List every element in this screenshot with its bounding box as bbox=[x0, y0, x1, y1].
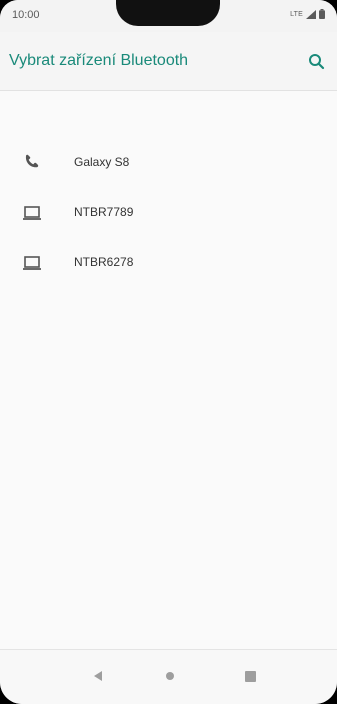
battery-icon bbox=[319, 9, 325, 19]
camera-notch bbox=[116, 0, 220, 26]
laptop-icon bbox=[23, 256, 41, 270]
home-icon[interactable] bbox=[164, 670, 176, 682]
back-icon[interactable] bbox=[92, 670, 104, 682]
device-name: NTBR7789 bbox=[74, 205, 134, 219]
search-icon bbox=[309, 54, 325, 70]
navigation-bar bbox=[0, 649, 337, 704]
signal-icon bbox=[306, 9, 316, 19]
recents-icon[interactable] bbox=[245, 671, 256, 682]
system-icons: LTE bbox=[290, 9, 325, 19]
app-toolbar: Vybrat zařízení Bluetooth bbox=[0, 32, 337, 91]
laptop-icon bbox=[23, 206, 41, 220]
device-item-ntbr6278[interactable]: NTBR6278 bbox=[0, 238, 337, 288]
phone-icon bbox=[25, 154, 39, 168]
search-button[interactable] bbox=[307, 52, 327, 72]
phone-screen: 10:00 LTE Vybrat zařízení Bluetooth Gala… bbox=[0, 0, 337, 704]
status-time: 10:00 bbox=[12, 9, 40, 21]
device-list: Galaxy S8 NTBR7789 NTBR6278 bbox=[0, 138, 337, 288]
status-bar: 10:00 LTE bbox=[0, 0, 337, 32]
device-item-galaxy-s8[interactable]: Galaxy S8 bbox=[0, 138, 337, 188]
page-title: Vybrat zařízení Bluetooth bbox=[9, 52, 189, 69]
device-item-ntbr7789[interactable]: NTBR7789 bbox=[0, 188, 337, 238]
network-type: LTE bbox=[290, 10, 303, 18]
device-name: Galaxy S8 bbox=[74, 155, 130, 169]
device-name: NTBR6278 bbox=[74, 255, 134, 269]
